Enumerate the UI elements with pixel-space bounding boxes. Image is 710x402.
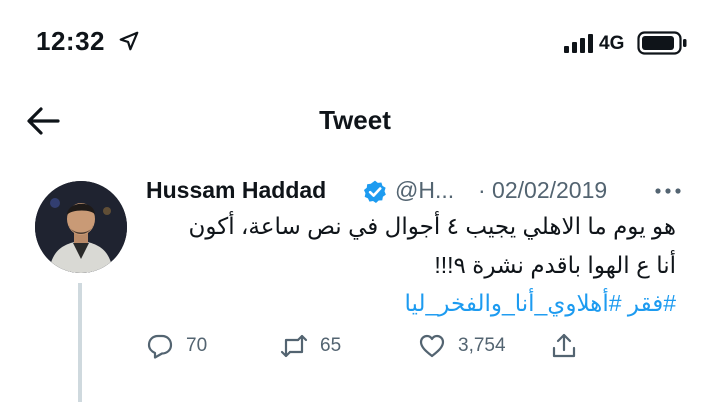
reply-button[interactable]: 70: [146, 332, 207, 360]
tweet-text-line: هو يوم ما الاهلي يجيب ٤ أجوال في نص ساعة…: [188, 213, 676, 239]
share-icon: [552, 333, 576, 358]
reply-count: 70: [186, 335, 208, 356]
tweet-hashtags[interactable]: #فقر #أهلاوي_أنا_والفخر_ليا: [405, 290, 676, 317]
author-handle[interactable]: @H...: [395, 177, 454, 204]
tweet-text-line: أنا ع الهوا باقدم نشرة ٩!!!: [434, 252, 676, 278]
retweet-icon: [280, 334, 308, 358]
reply-icon: [147, 334, 173, 359]
location-arrow-icon: [119, 31, 139, 51]
author-name[interactable]: Hussam Haddad: [146, 177, 326, 204]
tweet-date: · 02/02/2019: [478, 177, 608, 203]
heart-icon: [419, 334, 445, 358]
thread-line: [78, 283, 82, 402]
verified-badge-icon: [363, 180, 386, 204]
like-count: 3,754: [458, 335, 506, 356]
status-time: 12:32: [36, 26, 105, 56]
like-button[interactable]: 3,754: [418, 332, 506, 360]
avatar[interactable]: [35, 181, 127, 273]
signal-bars-icon: [564, 34, 593, 53]
retweet-count: 65: [320, 335, 342, 356]
more-horizontal-icon[interactable]: [653, 185, 683, 197]
retweet-button[interactable]: 65: [280, 332, 341, 360]
battery-icon: [637, 31, 687, 55]
page-title: Tweet: [319, 105, 391, 135]
avatar-photo: [35, 181, 127, 273]
share-button[interactable]: [550, 332, 578, 360]
network-type: 4G: [599, 33, 625, 54]
